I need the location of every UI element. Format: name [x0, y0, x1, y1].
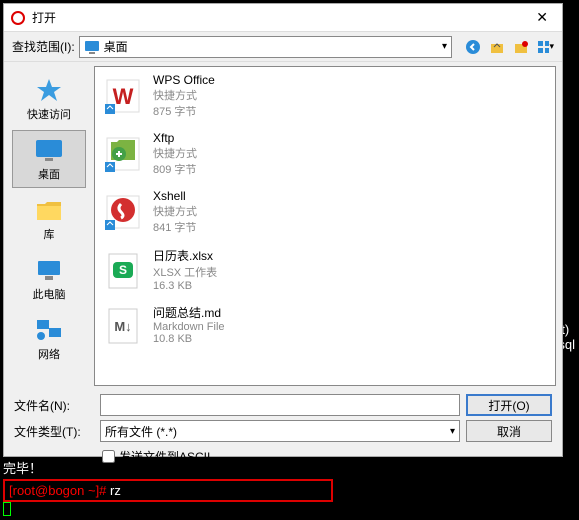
sidebar-label: 此电脑 — [33, 286, 66, 302]
newfolder-icon[interactable] — [512, 38, 530, 56]
dialog-title: 打开 — [32, 9, 528, 26]
file-list[interactable]: W WPS Office 快捷方式 875 字节 Xftp 快捷方式 809 字… — [94, 66, 556, 386]
file-type: Markdown File — [153, 321, 225, 333]
sidebar-item-libraries[interactable]: 库 — [12, 190, 86, 248]
file-item[interactable]: Xftp 快捷方式 809 字节 — [95, 125, 555, 183]
file-item[interactable]: W WPS Office 快捷方式 875 字节 — [95, 67, 555, 125]
places-sidebar: 快速访问 桌面 库 此电脑 网络 — [4, 62, 94, 390]
file-item[interactable]: S 日历表.xlsx XLSX 工作表 16.3 KB — [95, 241, 555, 298]
svg-text:W: W — [113, 84, 134, 109]
lookin-combo[interactable]: 桌面 ▾ — [79, 36, 452, 58]
file-name: 问题总结.md — [153, 304, 225, 321]
view-icon[interactable]: ▾ — [536, 38, 554, 56]
back-icon[interactable] — [464, 38, 482, 56]
star-icon — [33, 76, 65, 104]
filetype-label: 文件类型(T): — [14, 423, 94, 440]
file-size: 841 字节 — [153, 219, 197, 235]
sidebar-item-desktop[interactable]: 桌面 — [12, 130, 86, 188]
cancel-button[interactable]: 取消 — [466, 420, 552, 442]
sidebar-item-thispc[interactable]: 此电脑 — [12, 250, 86, 308]
file-name: Xshell — [153, 189, 197, 203]
file-type: 快捷方式 — [153, 145, 197, 161]
filename-input[interactable] — [100, 394, 460, 416]
lookin-label: 查找范围(I): — [12, 38, 75, 55]
file-name: Xftp — [153, 131, 197, 145]
file-type: XLSX 工作表 — [153, 264, 217, 280]
xshell-icon — [103, 192, 143, 232]
md-icon: M↓ — [103, 305, 143, 345]
filetype-value: 所有文件 (*.*) — [105, 423, 177, 440]
terminal-prompt-highlight: [root@bogon ~]# rz — [3, 479, 333, 502]
file-size: 809 字节 — [153, 161, 197, 177]
close-button[interactable]: ✕ — [528, 7, 556, 28]
sidebar-item-network[interactable]: 网络 — [12, 310, 86, 368]
lookin-row: 查找范围(I): 桌面 ▾ ▾ — [4, 32, 562, 62]
svg-text:M↓: M↓ — [114, 319, 131, 334]
desktop-icon — [33, 136, 65, 164]
open-button[interactable]: 打开(O) — [466, 394, 552, 416]
sidebar-label: 快速访问 — [27, 106, 71, 122]
filetype-combo[interactable]: 所有文件 (*.*) ▾ — [100, 420, 460, 442]
file-type: 快捷方式 — [153, 203, 197, 219]
terminal-prompt: [root@bogon ~]# — [9, 483, 110, 498]
filename-label: 文件名(N): — [14, 397, 94, 414]
open-dialog: 打开 ✕ 查找范围(I): 桌面 ▾ ▾ 快速访问 桌面 — [3, 3, 563, 457]
up-icon[interactable] — [488, 38, 506, 56]
file-name: 日历表.xlsx — [153, 247, 217, 264]
wps-icon: W — [103, 76, 143, 116]
xftp-icon — [103, 134, 143, 174]
sidebar-item-quick[interactable]: 快速访问 — [12, 70, 86, 128]
folder-icon — [33, 196, 65, 224]
file-size: 875 字节 — [153, 103, 215, 119]
file-item[interactable]: Xshell 快捷方式 841 字节 — [95, 183, 555, 241]
svg-text:S: S — [119, 263, 127, 277]
file-size: 10.8 KB — [153, 333, 225, 345]
chevron-down-icon: ▾ — [450, 426, 455, 437]
app-icon — [10, 10, 26, 26]
file-size: 16.3 KB — [153, 280, 217, 292]
computer-icon — [33, 256, 65, 284]
terminal-output: 完毕！ — [3, 458, 576, 477]
file-item[interactable]: M↓ 问题总结.md Markdown File 10.8 KB — [95, 298, 555, 351]
desktop-icon — [84, 40, 100, 54]
lookin-value: 桌面 — [104, 38, 128, 55]
sidebar-label: 网络 — [38, 346, 60, 362]
xlsx-icon: S — [103, 250, 143, 290]
file-name: WPS Office — [153, 73, 215, 87]
network-icon — [33, 316, 65, 344]
terminal-command: rz — [110, 483, 121, 498]
chevron-down-icon: ▾ — [442, 41, 447, 52]
sidebar-label: 桌面 — [38, 166, 60, 182]
titlebar: 打开 ✕ — [4, 4, 562, 32]
terminal-cursor — [3, 502, 11, 516]
sidebar-label: 库 — [44, 226, 55, 242]
file-type: 快捷方式 — [153, 87, 215, 103]
